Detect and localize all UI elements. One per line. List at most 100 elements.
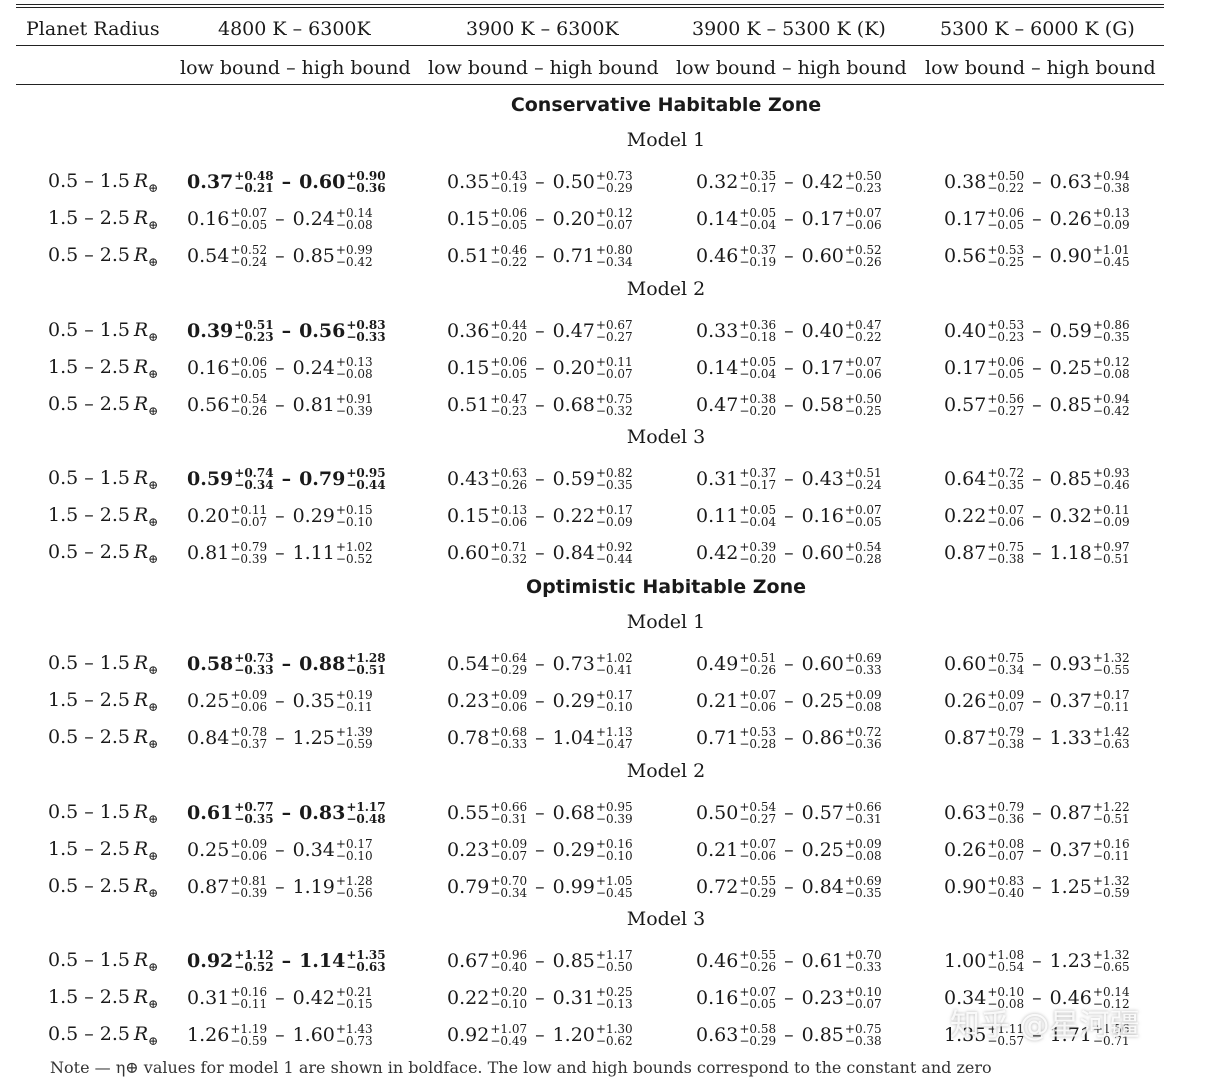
high-bound-uncertainty: +0.75 −0.38 bbox=[845, 1023, 882, 1047]
planet-radius-cell: 0.5 – 2.5 R⊕ bbox=[48, 1023, 158, 1048]
low-bound-minus: −0.18 bbox=[739, 330, 777, 344]
low-bound-uncertainty: +0.56 −0.27 bbox=[987, 393, 1024, 417]
high-bound-value: 0.68 +0.75 −0.32 bbox=[553, 393, 633, 417]
radius-symbol: R bbox=[133, 504, 149, 526]
radius-range: 0.5 – 2.5 bbox=[48, 244, 131, 266]
high-bound-minus: −0.35 bbox=[595, 478, 633, 492]
high-bound-central: 0.26 bbox=[1049, 208, 1092, 230]
range-dash: – bbox=[275, 394, 285, 416]
eta-cell: 0.54 +0.52 −0.24–0.85 +0.99 −0.42 bbox=[187, 244, 373, 268]
low-bound-central: 0.25 bbox=[187, 690, 230, 712]
high-bound-central: 0.29 bbox=[292, 505, 335, 527]
eta-cell: 0.84 +0.78 −0.37–1.25 +1.39 −0.59 bbox=[187, 726, 373, 750]
high-bound-minus: −0.33 bbox=[346, 330, 386, 344]
low-bound-central: 0.23 bbox=[447, 839, 490, 861]
radius-symbol: R bbox=[133, 541, 149, 563]
high-bound-value: 0.34 +0.17 −0.10 bbox=[293, 838, 373, 862]
planet-radius-cell: 0.5 – 2.5 R⊕ bbox=[48, 393, 158, 418]
low-bound-uncertainty: +0.75 −0.34 bbox=[987, 652, 1024, 676]
low-bound-central: 0.35 bbox=[447, 171, 490, 193]
range-dash: – bbox=[275, 542, 285, 564]
high-bound-central: 0.60 bbox=[801, 245, 844, 267]
eta-cell: 0.49 +0.51 −0.26–0.60 +0.69 −0.33 bbox=[696, 652, 882, 676]
low-bound-value: 0.61 +0.77 −0.35 bbox=[187, 801, 274, 825]
low-bound-uncertainty: +0.11 −0.07 bbox=[230, 504, 267, 528]
eta-cell: 0.25 +0.09 −0.06–0.35 +0.19 −0.11 bbox=[187, 689, 373, 713]
high-bound-central: 0.37 bbox=[1049, 839, 1092, 861]
high-bound-central: 0.86 bbox=[801, 727, 844, 749]
high-bound-minus: −0.73 bbox=[335, 1034, 373, 1048]
low-bound-value: 0.22 +0.07 −0.06 bbox=[944, 504, 1024, 528]
low-bound-minus: −0.40 bbox=[987, 886, 1025, 900]
high-bound-central: 1.19 bbox=[292, 876, 335, 898]
high-bound-value: 0.20 +0.12 −0.07 bbox=[553, 207, 633, 231]
model-heading: Model 2 bbox=[626, 760, 706, 782]
low-bound-central: 0.71 bbox=[696, 727, 739, 749]
high-bound-minus: −0.10 bbox=[335, 515, 373, 529]
high-bound-central: 0.59 bbox=[552, 468, 595, 490]
high-bound-value: 0.29 +0.15 −0.10 bbox=[293, 504, 373, 528]
low-bound-uncertainty: +0.73 −0.33 bbox=[234, 652, 273, 676]
low-bound-uncertainty: +0.09 −0.07 bbox=[987, 689, 1024, 713]
high-bound-uncertainty: +0.25 −0.13 bbox=[596, 986, 633, 1010]
high-bound-value: 0.24 +0.13 −0.08 bbox=[293, 356, 373, 380]
high-bound-minus: −0.09 bbox=[595, 515, 633, 529]
high-bound-value: 0.59 +0.86 −0.35 bbox=[1050, 319, 1130, 343]
range-dash: – bbox=[784, 653, 794, 675]
high-bound-uncertainty: +0.19 −0.11 bbox=[336, 689, 373, 713]
low-bound-uncertainty: +0.06 −0.05 bbox=[987, 207, 1024, 231]
low-bound-minus: −0.17 bbox=[739, 181, 777, 195]
high-bound-uncertainty: +0.16 −0.10 bbox=[596, 838, 633, 862]
eta-cell: 0.23 +0.09 −0.07–0.29 +0.16 −0.10 bbox=[447, 838, 633, 862]
eta-cell: 0.39 +0.51 −0.23–0.56 +0.83 −0.33 bbox=[187, 319, 386, 343]
table-row: 0.5 – 2.5 R⊕ 0.87 +0.81 −0.39–1.19 +1.28 −0.5… bbox=[16, 871, 1164, 901]
high-bound-uncertainty: +1.02 −0.41 bbox=[596, 652, 633, 676]
high-bound-value: 0.85 +0.75 −0.38 bbox=[802, 1023, 882, 1047]
high-bound-uncertainty: +0.92 −0.44 bbox=[596, 541, 633, 565]
eta-cell: 0.90 +0.83 −0.40–1.25 +1.32 −0.59 bbox=[944, 875, 1130, 899]
header-rule bbox=[16, 45, 1164, 46]
radius-range: 0.5 – 1.5 bbox=[48, 652, 131, 674]
low-bound-central: 0.92 bbox=[447, 1024, 490, 1046]
low-bound-minus: −0.05 bbox=[739, 997, 777, 1011]
high-bound-uncertainty: +0.09 −0.08 bbox=[845, 838, 882, 862]
high-bound-value: 0.87 +1.22 −0.51 bbox=[1050, 801, 1130, 825]
planet-radius-cell: 1.5 – 2.5 R⊕ bbox=[48, 356, 158, 381]
high-bound-uncertainty: +0.94 −0.38 bbox=[1093, 170, 1130, 194]
eta-cell: 0.61 +0.77 −0.35–0.83 +1.17 −0.48 bbox=[187, 801, 386, 825]
high-bound-central: 0.17 bbox=[801, 208, 844, 230]
low-bound-central: 0.57 bbox=[944, 394, 987, 416]
eta-cell: 0.46 +0.37 −0.19–0.60 +0.52 −0.26 bbox=[696, 244, 882, 268]
high-bound-minus: −0.65 bbox=[1092, 960, 1130, 974]
low-bound-uncertainty: +0.83 −0.40 bbox=[987, 875, 1024, 899]
low-bound-minus: −0.07 bbox=[230, 515, 268, 529]
low-bound-central: 0.64 bbox=[944, 468, 987, 490]
high-bound-value: 0.71 +0.80 −0.34 bbox=[553, 244, 633, 268]
high-bound-minus: −0.08 bbox=[335, 367, 373, 381]
range-dash: – bbox=[784, 505, 794, 527]
high-bound-central: 1.23 bbox=[1049, 950, 1092, 972]
high-bound-central: 0.93 bbox=[1049, 653, 1092, 675]
range-dash: – bbox=[1032, 839, 1042, 861]
high-bound-value: 0.68 +0.95 −0.39 bbox=[553, 801, 633, 825]
eta-cell: 1.26 +1.19 −0.59–1.60 +1.43 −0.73 bbox=[187, 1023, 373, 1047]
model-heading: Model 1 bbox=[626, 129, 706, 151]
eta-cell: 0.16 +0.06 −0.05–0.24 +0.13 −0.08 bbox=[187, 356, 373, 380]
eta-cell: 0.92 +1.12 −0.52–1.14 +1.35 −0.63 bbox=[187, 949, 386, 973]
high-bound-central: 0.25 bbox=[801, 690, 844, 712]
eta-cell: 0.47 +0.38 −0.20–0.58 +0.50 −0.25 bbox=[696, 393, 882, 417]
low-bound-central: 0.22 bbox=[944, 505, 987, 527]
eta-cell: 0.32 +0.35 −0.17–0.42 +0.50 −0.23 bbox=[696, 170, 882, 194]
high-bound-minus: −0.33 bbox=[844, 663, 882, 677]
range-dash: – bbox=[535, 690, 545, 712]
range-dash: – bbox=[1032, 208, 1042, 230]
high-bound-value: 0.43 +0.51 −0.24 bbox=[802, 467, 882, 491]
high-bound-value: 0.81 +0.91 −0.39 bbox=[293, 393, 373, 417]
high-bound-minus: −0.44 bbox=[595, 552, 633, 566]
low-bound-uncertainty: +1.07 −0.49 bbox=[490, 1023, 527, 1047]
high-bound-central: 1.25 bbox=[292, 727, 335, 749]
high-bound-minus: −0.47 bbox=[595, 737, 633, 751]
low-bound-minus: −0.34 bbox=[234, 478, 274, 492]
high-bound-uncertainty: +0.11 −0.09 bbox=[1093, 504, 1130, 528]
low-bound-uncertainty: +0.06 −0.05 bbox=[230, 356, 267, 380]
